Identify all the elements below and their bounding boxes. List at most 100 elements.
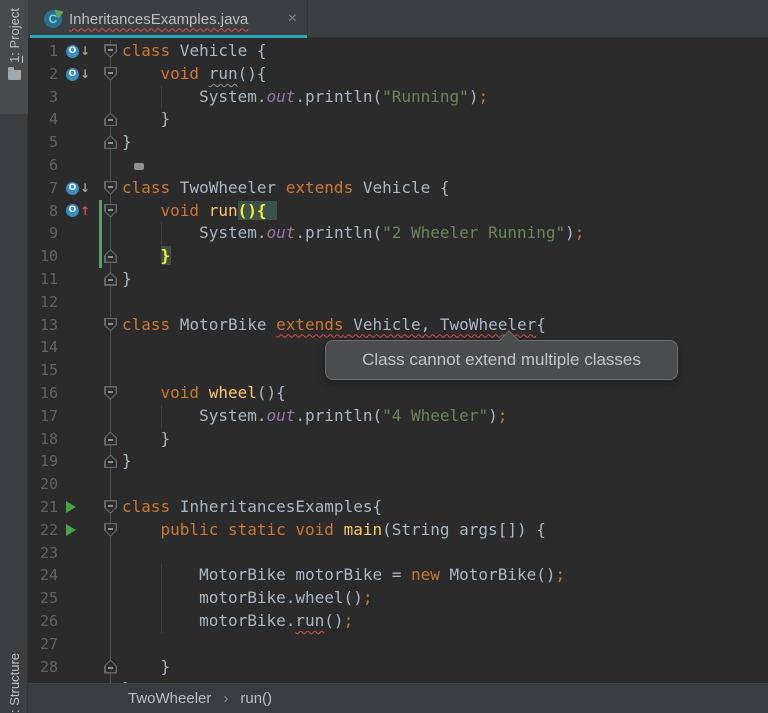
line-number[interactable]: 6	[28, 154, 58, 177]
code-line[interactable]: 28 }	[28, 656, 768, 679]
fold-marker[interactable]	[104, 204, 117, 218]
code-text[interactable]: System.out.println("2 Wheeler Running");	[122, 222, 768, 245]
code-line[interactable]: 2 O↓ void run(){	[28, 63, 768, 86]
code-line[interactable]: 24 MotorBike motorBike = new MotorBike()…	[28, 564, 768, 587]
fold-marker[interactable]	[104, 249, 117, 263]
fold-marker[interactable]	[104, 523, 117, 537]
line-number[interactable]: 18	[28, 428, 58, 451]
code-line[interactable]: 16 void wheel(){	[28, 382, 768, 405]
code-text[interactable]: class Vehicle {	[122, 40, 768, 63]
line-number[interactable]: 4	[28, 108, 58, 131]
line-number[interactable]: 22	[28, 519, 58, 542]
code-line[interactable]: 27	[28, 633, 768, 656]
code-text[interactable]: void wheel(){	[122, 382, 768, 405]
code-line[interactable]: 21 class InheritancesExamples{	[28, 496, 768, 519]
fold-marker[interactable]	[104, 318, 117, 332]
line-number[interactable]: 13	[28, 314, 58, 337]
tab-close-icon[interactable]: ×	[288, 11, 297, 27]
line-number[interactable]: 15	[28, 359, 58, 382]
overriding-marker-icon[interactable]: O↑	[66, 200, 90, 223]
code-text[interactable]: System.out.println("4 Wheeler");	[122, 405, 768, 428]
code-line[interactable]: 8 O↑ void run(){	[28, 200, 768, 223]
code-line[interactable]: 18 }	[28, 428, 768, 451]
fold-marker[interactable]	[104, 67, 117, 81]
code-text[interactable]: }	[122, 450, 768, 473]
code-text[interactable]: void run(){	[122, 63, 768, 86]
line-number[interactable]: 8	[28, 200, 58, 223]
line-number[interactable]: 16	[28, 382, 58, 405]
code-line[interactable]: 17 System.out.println("4 Wheeler");	[28, 405, 768, 428]
line-number[interactable]: 2	[28, 63, 58, 86]
code-line[interactable]: 9 System.out.println("2 Wheeler Running"…	[28, 222, 768, 245]
code-text[interactable]: class TwoWheeler extends Vehicle {	[122, 177, 768, 200]
line-number[interactable]: 21	[28, 496, 58, 519]
line-number[interactable]: 17	[28, 405, 58, 428]
code-line[interactable]: 1 O↓ class Vehicle {	[28, 40, 768, 63]
overridden-marker-icon[interactable]: O↓	[66, 63, 90, 86]
fold-marker[interactable]	[104, 112, 117, 126]
run-button-icon[interactable]	[66, 519, 76, 542]
line-number[interactable]: 14	[28, 336, 58, 359]
code-text[interactable]: class InheritancesExamples{	[122, 496, 768, 519]
fold-marker[interactable]	[104, 272, 117, 286]
line-number[interactable]: 20	[28, 473, 58, 496]
code-text[interactable]: motorBike.wheel();	[122, 587, 768, 610]
code-line[interactable]: 11}	[28, 268, 768, 291]
tool-button-project[interactable]: 1: Project	[0, 0, 28, 114]
code-line[interactable]: 22 public static void main(String args[]…	[28, 519, 768, 542]
vcs-change-marker[interactable]	[99, 245, 102, 268]
line-number[interactable]: 19	[28, 450, 58, 473]
line-number[interactable]: 27	[28, 633, 58, 656]
line-number[interactable]: 26	[28, 610, 58, 633]
code-text[interactable]: public static void main(String args[]) {	[122, 519, 768, 542]
tool-button-structure[interactable]: : Structure	[0, 625, 28, 713]
fold-marker[interactable]	[104, 660, 117, 674]
code-text[interactable]: void run(){	[122, 200, 768, 223]
line-number[interactable]: 3	[28, 86, 58, 109]
code-line[interactable]: 4 }	[28, 108, 768, 131]
line-number[interactable]: 23	[28, 542, 58, 565]
code-text[interactable]: }	[122, 268, 768, 291]
code-line[interactable]: 13 class MotorBike extends Vehicle, TwoWh…	[28, 314, 768, 337]
code-text[interactable]: MotorBike motorBike = new MotorBike();	[122, 564, 768, 587]
line-number[interactable]: 10	[28, 245, 58, 268]
run-button-icon[interactable]	[66, 496, 76, 519]
fold-marker[interactable]	[104, 135, 117, 149]
code-text[interactable]: }	[122, 428, 768, 451]
fold-marker[interactable]	[104, 500, 117, 514]
line-number[interactable]: 7	[28, 177, 58, 200]
code-line[interactable]: 25 motorBike.wheel();	[28, 587, 768, 610]
code-text[interactable]: System.out.println("Running");	[122, 86, 768, 109]
code-line[interactable]: 5}	[28, 131, 768, 154]
vcs-change-marker[interactable]	[99, 222, 102, 245]
vcs-change-marker[interactable]	[99, 200, 102, 223]
line-number[interactable]: 9	[28, 222, 58, 245]
line-number[interactable]: 1	[28, 40, 58, 63]
code-line[interactable]: 12	[28, 291, 768, 314]
code-text[interactable]: }	[122, 656, 768, 679]
line-number[interactable]: 24	[28, 564, 58, 587]
code-text[interactable]: }	[122, 131, 768, 154]
overridden-marker-icon[interactable]: O↓	[66, 40, 90, 63]
line-number[interactable]: 11	[28, 268, 58, 291]
fold-marker[interactable]	[104, 181, 117, 195]
fold-marker[interactable]	[104, 454, 117, 468]
line-number[interactable]: 12	[28, 291, 58, 314]
code-line[interactable]: 23	[28, 542, 768, 565]
fold-marker[interactable]	[104, 386, 117, 400]
code-line[interactable]: 20	[28, 473, 768, 496]
code-line[interactable]: 10 }	[28, 245, 768, 268]
line-number[interactable]: 25	[28, 587, 58, 610]
intention-bulb-icon[interactable]	[130, 165, 156, 196]
code-text[interactable]: }	[122, 108, 768, 131]
code-text[interactable]: class MotorBike extends Vehicle, TwoWhee…	[122, 314, 768, 337]
fold-marker[interactable]	[104, 44, 117, 58]
breadcrumb-class[interactable]: TwoWheeler	[128, 690, 211, 707]
code-line[interactable]: 3 System.out.println("Running");	[28, 86, 768, 109]
code-text[interactable]: }	[122, 245, 768, 268]
overridden-marker-icon[interactable]: O↓	[66, 177, 90, 200]
line-number[interactable]: 5	[28, 131, 58, 154]
code-editor[interactable]: 1O↓class Vehicle {2O↓ void run(){3 Syste…	[28, 38, 768, 683]
code-text[interactable]: motorBike.run();	[122, 610, 768, 633]
code-line[interactable]: 26 motorBike.run();	[28, 610, 768, 633]
